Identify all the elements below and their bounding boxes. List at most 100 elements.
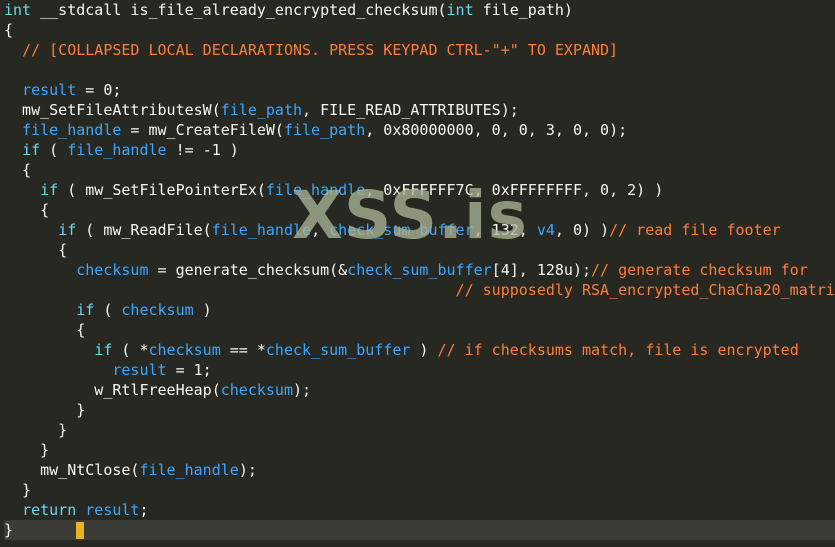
code-token: , 132, <box>473 221 537 239</box>
code-token: file_path <box>220 101 303 119</box>
code-token: } <box>4 521 14 539</box>
code-token: checksum <box>148 341 221 359</box>
code-token: // generate checksum for <box>591 261 808 279</box>
code-token: } <box>4 441 50 459</box>
code-token: ; <box>139 501 149 519</box>
code-line[interactable]: if ( mw_SetFilePointerEx(file_handle, 0x… <box>4 180 835 200</box>
code-token: [4], 128u); <box>491 261 592 279</box>
code-token: } <box>4 401 86 419</box>
code-line[interactable]: if ( *checksum == *check_sum_buffer ) //… <box>4 340 835 360</box>
code-token: ( mw_SetFilePointerEx( <box>58 181 266 199</box>
code-line[interactable]: { <box>4 240 835 260</box>
code-token: , FILE_READ_ATTRIBUTES); <box>302 101 519 119</box>
code-line[interactable]: if ( checksum ) <box>4 300 835 320</box>
code-line[interactable]: w_RtlFreeHeap(checksum); <box>4 380 835 400</box>
code-token: file_handle <box>139 461 239 479</box>
code-line[interactable]: } <box>4 400 835 420</box>
code-token: if <box>40 181 59 199</box>
code-token: return <box>22 501 77 519</box>
code-token: // [COLLAPSED LOCAL DECLARATIONS. PRESS … <box>22 41 619 59</box>
code-token: file_handle <box>265 181 366 199</box>
code-token: int <box>446 1 474 19</box>
code-token: file_handle <box>211 221 312 239</box>
code-line[interactable]: { <box>4 20 835 40</box>
code-token: ) <box>193 301 212 319</box>
code-token: { <box>4 321 86 339</box>
code-token: = generate_checksum(& <box>148 261 348 279</box>
code-line[interactable]: } <box>4 420 835 440</box>
code-token: } <box>4 481 32 499</box>
code-line[interactable]: if ( mw_ReadFile(file_handle, check_sum_… <box>4 220 835 240</box>
code-line[interactable]: { <box>4 200 835 220</box>
code-line[interactable]: } <box>4 520 835 540</box>
code-line[interactable]: } <box>4 480 835 500</box>
code-line[interactable]: int __stdcall is_file_already_encrypted_… <box>4 0 835 20</box>
code-line[interactable]: result = 0; <box>4 80 835 100</box>
text-cursor <box>76 522 85 539</box>
code-token: = 1; <box>166 361 212 379</box>
code-token: int <box>4 1 32 19</box>
code-token: = mw_CreateFileW( <box>121 121 284 139</box>
code-token: = 0; <box>76 81 122 99</box>
code-token: { <box>4 201 50 219</box>
code-token: ); <box>238 461 257 479</box>
code-token: file_handle <box>67 141 167 159</box>
code-token: w_RtlFreeHeap( <box>4 381 221 399</box>
code-line[interactable]: mw_SetFileAttributesW(file_path, FILE_RE… <box>4 100 835 120</box>
code-token: check_sum_buffer <box>265 341 411 359</box>
code-token: checksum <box>121 301 194 319</box>
code-line[interactable]: } <box>4 440 835 460</box>
code-token: result <box>22 81 77 99</box>
code-line[interactable]: { <box>4 320 835 340</box>
code-line[interactable]: mw_NtClose(file_handle); <box>4 460 835 480</box>
code-line[interactable]: // [COLLAPSED LOCAL DECLARATIONS. PRESS … <box>4 40 835 60</box>
code-token: { <box>4 161 32 179</box>
code-token: ( <box>94 301 122 319</box>
code-token: v4 <box>536 221 555 239</box>
code-line[interactable] <box>4 60 835 80</box>
code-token: == * <box>220 341 266 359</box>
code-view[interactable]: int __stdcall is_file_already_encrypted_… <box>4 0 835 540</box>
code-token: mw_NtClose( <box>4 461 140 479</box>
code-token: mw_SetFileAttributesW( <box>4 101 221 119</box>
code-token: if <box>22 141 41 159</box>
code-token: file_path <box>283 121 366 139</box>
code-token: file_handle <box>22 121 122 139</box>
code-token: } <box>4 421 68 439</box>
code-line[interactable]: { <box>4 160 835 180</box>
code-line[interactable]: return result; <box>4 500 835 520</box>
code-token: if <box>76 301 95 319</box>
code-token: file_path) <box>473 1 573 19</box>
code-token: result <box>112 361 167 379</box>
code-token: , 0x80000000, 0, 0, 3, 0, 0); <box>365 121 628 139</box>
code-line[interactable]: checksum = generate_checksum(&check_sum_… <box>4 260 835 280</box>
code-token: ) <box>410 341 438 359</box>
code-token: , 0xFFFFFF7C, 0xFFFFFFFF, 0, 2) ) <box>365 181 664 199</box>
code-token: ); <box>293 381 312 399</box>
code-token: { <box>4 21 14 39</box>
code-line[interactable]: result = 1; <box>4 360 835 380</box>
code-token: ( * <box>112 341 149 359</box>
code-token: check_sum_buffer <box>347 261 492 279</box>
code-token: // read file footer <box>609 221 781 239</box>
code-token: , <box>311 221 330 239</box>
code-token: != -1 ) <box>166 141 239 159</box>
code-token: , 0) ) <box>554 221 610 239</box>
code-token: if <box>94 341 113 359</box>
code-line[interactable]: // supposedly RSA_encrypted_ChaCha20_mat… <box>4 280 835 300</box>
code-line[interactable]: if ( file_handle != -1 ) <box>4 140 835 160</box>
code-token: // if checksums match, file is encrypted <box>437 341 799 359</box>
code-line[interactable]: file_handle = mw_CreateFileW(file_path, … <box>4 120 835 140</box>
code-token: { <box>4 241 68 259</box>
